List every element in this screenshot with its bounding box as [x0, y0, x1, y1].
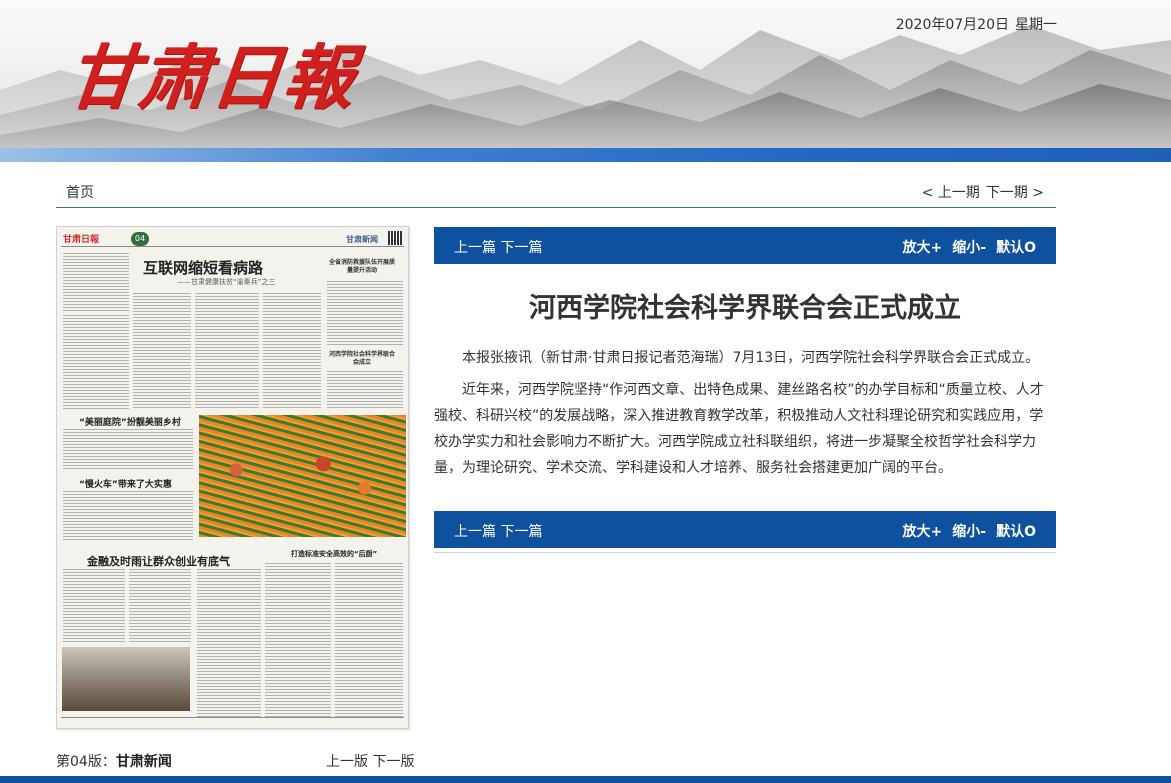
article-paragraph: 本报张掖讯（新甘肃·甘肃日报记者范海瑞）7月13日，河西学院社会科学界联合会正式… — [462, 350, 1040, 366]
prev-issue-link[interactable]: < 上一期 — [922, 185, 980, 201]
divider — [434, 552, 1056, 553]
font-size-controls: 放大+ 缩小- 默认O — [893, 237, 1036, 257]
newspaper-page-thumbnail[interactable]: 甘肃日報 04 甘肃新闻 互联网缩短看病路 ——甘肃健康扶贫“渝秦兵”之三 全省… — [56, 226, 409, 729]
header-banner: 甘肃日報 2020年07月20日 星期一 — [0, 0, 1171, 162]
paper-photo-flower-field[interactable] — [199, 415, 406, 537]
paper-headline-sub: ——甘肃健康扶贫“渝秦兵”之三 — [177, 278, 276, 286]
article-paragraph: 近年来，河西学院坚持“作河西文章、出特色成果、建丝路名校”的办学目标和“质量立校… — [434, 382, 1044, 476]
article-pager: 上一篇 下一篇 — [454, 237, 542, 257]
zoom-out-button[interactable]: 缩小- — [952, 240, 986, 256]
header-blue-band — [0, 148, 1171, 162]
paper-headline-main[interactable]: 互联网缩短看病路 — [143, 257, 263, 278]
paper-text-column[interactable] — [63, 315, 129, 409]
paper-text-column[interactable] — [133, 293, 191, 409]
paper-story-4-title[interactable]: 金融及时雨让群众创业有底气 — [87, 553, 230, 569]
date-text: 2020年07月20日 — [895, 17, 1009, 33]
masthead-logo: 甘肃日報 — [63, 36, 360, 119]
paper-footer — [61, 717, 404, 725]
issue-date: 2020年07月20日 星期一 — [896, 14, 1057, 34]
weekday-text: 星期一 — [1015, 17, 1057, 33]
edition-pager: 上一版 下一版 — [326, 751, 414, 771]
paper-text-column[interactable] — [335, 563, 403, 719]
paper-text-column[interactable] — [63, 491, 193, 541]
reset-size-button[interactable]: 默认O — [996, 524, 1036, 540]
edition-label: 第04版：甘肃新闻 — [56, 751, 172, 771]
paper-text-column[interactable] — [63, 569, 125, 643]
edition-name: 甘肃新闻 — [115, 754, 172, 770]
paper-side-headline-1[interactable]: 全省消防救援队伍开展质量提升活动 — [327, 259, 397, 275]
paper-text-column[interactable] — [263, 293, 321, 409]
article-title: 河西学院社会科学界联合会正式成立 — [529, 293, 961, 324]
paper-text-column[interactable] — [327, 371, 403, 409]
paper-text-column[interactable] — [327, 281, 403, 345]
paper-page-number: 04 — [131, 232, 149, 246]
top-nav: 首页 < 上一期 下一期 > — [56, 178, 1056, 208]
next-issue-link[interactable]: 下一期 > — [986, 185, 1044, 201]
paper-text-column[interactable] — [265, 563, 331, 719]
paper-text-column[interactable] — [129, 569, 191, 643]
paper-text-column[interactable] — [63, 253, 129, 311]
prev-article-link[interactable]: 上一篇 — [454, 240, 496, 256]
zoom-in-button[interactable]: 放大+ — [903, 240, 943, 256]
zoom-in-button[interactable]: 放大+ — [903, 524, 943, 540]
article-toolbar-bottom: 上一篇 下一篇 放大+ 缩小- 默认O — [434, 511, 1056, 548]
next-edition-link[interactable]: 下一版 — [372, 754, 414, 770]
paper-text-column[interactable] — [197, 569, 261, 719]
paper-story-3-title[interactable]: “慢火车”带来了大实惠 — [79, 477, 172, 490]
article-toolbar-top: 上一篇 下一篇 放大+ 缩小- 默认O — [434, 227, 1056, 264]
paper-text-column[interactable] — [195, 293, 259, 409]
reset-size-button[interactable]: 默认O — [996, 240, 1036, 256]
paper-story-5-title[interactable]: 打造标准安全高效的“后厨” — [291, 549, 377, 559]
zoom-out-button[interactable]: 缩小- — [952, 524, 986, 540]
next-article-link[interactable]: 下一篇 — [500, 240, 542, 256]
article-pager: 上一篇 下一篇 — [454, 521, 542, 541]
prev-edition-link[interactable]: 上一版 — [326, 754, 368, 770]
article-body: 本报张掖讯（新甘肃·甘肃日报记者范海瑞）7月13日，河西学院社会科学界联合会正式… — [434, 345, 1056, 487]
paper-story-2-title[interactable]: “美丽庭院”扮靓美丽乡村 — [79, 415, 181, 428]
qr-code-icon — [388, 231, 402, 245]
paper-logo: 甘肃日報 — [63, 235, 100, 245]
prev-article-link[interactable]: 上一篇 — [454, 524, 496, 540]
issue-pager: < 上一期 下一期 > — [922, 182, 1044, 202]
paper-side-headline-2[interactable]: 河西学院社会科学界联合会成立 — [327, 351, 397, 367]
paper-text-column[interactable] — [63, 429, 193, 471]
paper-photo-cattle-farm[interactable] — [62, 647, 190, 711]
footer-blue-strip — [0, 776, 1171, 783]
font-size-controls: 放大+ 缩小- 默认O — [893, 521, 1036, 541]
paper-section-name: 甘肃新闻 — [346, 235, 378, 244]
edition-number: 第04版： — [56, 754, 116, 770]
next-article-link[interactable]: 下一篇 — [500, 524, 542, 540]
paper-header: 甘肃日報 04 甘肃新闻 — [61, 231, 404, 247]
home-link[interactable]: 首页 — [66, 182, 94, 202]
